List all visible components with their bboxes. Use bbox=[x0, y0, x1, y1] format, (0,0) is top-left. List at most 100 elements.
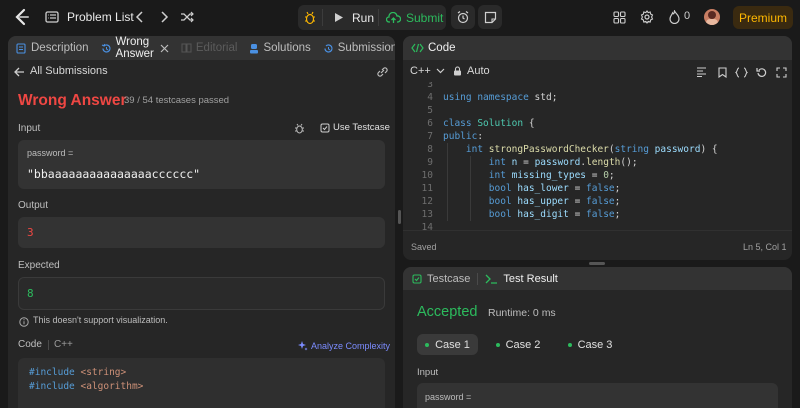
tab-description[interactable]: Description bbox=[31, 42, 89, 54]
indent-guide bbox=[447, 208, 448, 221]
problem-list-icon[interactable] bbox=[45, 10, 59, 24]
close-icon[interactable] bbox=[160, 44, 169, 53]
chevron-left-icon[interactable] bbox=[134, 10, 146, 24]
analyze-complexity-label: Analyze Complexity bbox=[311, 340, 391, 351]
line-number: 4 bbox=[427, 92, 433, 103]
streak-count: 0 bbox=[684, 10, 691, 22]
expected-value: 8 bbox=[27, 287, 34, 300]
case-tab-2[interactable]: Case 2 bbox=[488, 334, 548, 355]
output-label: Output bbox=[18, 200, 49, 211]
left-panel: Description Wrong Answer Editorial Solut… bbox=[8, 36, 395, 408]
format-icon[interactable] bbox=[695, 66, 707, 78]
fullscreen-icon[interactable] bbox=[775, 66, 787, 78]
indent-guide bbox=[470, 182, 471, 195]
case-tab-3[interactable]: Case 3 bbox=[560, 334, 620, 355]
play-icon bbox=[334, 12, 344, 23]
tab-wrong-answer[interactable]: Wrong Answer bbox=[116, 36, 154, 60]
testcases-passed: 39 / 54 testcases passed bbox=[124, 95, 230, 106]
auto-label: Auto bbox=[467, 65, 490, 77]
line-content: int strongPasswordChecker(string passwor… bbox=[465, 144, 718, 155]
auto-mode-toggle[interactable]: Auto bbox=[453, 65, 490, 77]
result-tab-bar: Testcase Test Result bbox=[403, 267, 792, 290]
tab-test-result[interactable]: Test Result bbox=[503, 273, 557, 285]
verdict-title: Wrong Answer bbox=[18, 92, 127, 109]
line-number: 9 bbox=[427, 157, 433, 168]
left-tab-bar: Description Wrong Answer Editorial Solut… bbox=[8, 36, 395, 60]
tab-editorial[interactable]: Editorial bbox=[196, 42, 238, 54]
result-status: Accepted bbox=[417, 304, 478, 320]
submit-button[interactable]: Submit bbox=[383, 7, 443, 28]
tab-testcase[interactable]: Testcase bbox=[427, 273, 470, 285]
description-icon bbox=[16, 42, 26, 54]
run-button[interactable]: Run bbox=[328, 7, 375, 28]
tab-solutions[interactable]: Solutions bbox=[263, 42, 310, 54]
indent-guide bbox=[447, 169, 448, 182]
pass-dot bbox=[495, 342, 500, 347]
divider bbox=[48, 340, 49, 350]
bookmark-icon[interactable] bbox=[716, 66, 728, 78]
code-editor-area[interactable]: 3 4 using namespace std; 5 6 class Solution {… bbox=[403, 82, 792, 232]
no-visualization-note: This doesn't support visualization. bbox=[33, 315, 168, 325]
leetcode-logo-icon[interactable] bbox=[13, 8, 31, 26]
premium-button[interactable]: Premium bbox=[733, 6, 793, 29]
line-number: 5 bbox=[427, 105, 433, 116]
settings-gear-icon[interactable] bbox=[640, 10, 654, 24]
debug-icon[interactable] bbox=[302, 10, 318, 25]
tab-submissions[interactable]: Submissions bbox=[338, 42, 395, 54]
indent-guide bbox=[447, 182, 448, 195]
line-number: 11 bbox=[421, 183, 433, 194]
debug-icon[interactable] bbox=[293, 122, 305, 134]
tab-code[interactable]: Code bbox=[428, 42, 456, 54]
case-label: Case 1 bbox=[435, 338, 470, 351]
run-label: Run bbox=[352, 10, 375, 25]
line-number: 12 bbox=[421, 196, 433, 207]
fire-streak-icon[interactable] bbox=[668, 9, 680, 24]
chevron-right-icon[interactable] bbox=[158, 10, 170, 24]
param-value: "bbaaaaaaaaaaaaaaacccccc" bbox=[27, 167, 201, 181]
notes-button[interactable] bbox=[478, 5, 502, 29]
analyze-complexity-button[interactable]: Analyze Complexity bbox=[297, 340, 390, 351]
indent-guide bbox=[447, 143, 448, 156]
line-number: 3 bbox=[427, 82, 433, 90]
submit-label: Submit bbox=[406, 10, 444, 25]
result-input-box: password = bbox=[417, 383, 778, 408]
pass-dot bbox=[425, 342, 430, 347]
sparkle-icon bbox=[297, 340, 308, 351]
case-tab-1[interactable]: Case 1 bbox=[417, 334, 478, 355]
chevron-down-icon bbox=[436, 68, 445, 74]
reset-icon[interactable] bbox=[755, 66, 767, 78]
line-number: 13 bbox=[421, 209, 433, 220]
arrow-left-icon[interactable] bbox=[13, 66, 25, 78]
output-value: 3 bbox=[27, 226, 34, 239]
shuffle-icon[interactable] bbox=[180, 10, 194, 24]
top-bar: Problem List Run Submit 0 Premium bbox=[0, 0, 800, 34]
input-box: password = "bbaaaaaaaaaaaaaaacccccc" bbox=[18, 140, 385, 189]
all-submissions-link[interactable]: All Submissions bbox=[30, 65, 108, 77]
indent-guide bbox=[470, 169, 471, 182]
code-label: Code bbox=[18, 339, 42, 350]
timer-button[interactable] bbox=[451, 5, 475, 29]
language-selector[interactable]: C++ bbox=[410, 65, 445, 77]
use-testcase-button[interactable]: Use Testcase bbox=[320, 122, 390, 133]
link-icon[interactable] bbox=[376, 66, 389, 78]
terminal-icon bbox=[485, 274, 498, 284]
divider bbox=[322, 9, 323, 26]
vertical-resize-handle[interactable] bbox=[398, 210, 401, 224]
horizontal-resize-handle[interactable] bbox=[589, 262, 605, 265]
expected-box: 8 bbox=[18, 277, 385, 310]
problem-list-link[interactable]: Problem List bbox=[67, 10, 134, 24]
testcase-icon bbox=[320, 123, 330, 133]
submitted-code-block: #include <string> #include <algorithm> bbox=[18, 358, 385, 408]
case-label: Case 3 bbox=[577, 338, 613, 351]
solutions-icon bbox=[249, 43, 259, 54]
avatar[interactable] bbox=[704, 9, 720, 25]
braces-icon[interactable] bbox=[734, 66, 748, 78]
code-language: C++ bbox=[54, 339, 73, 350]
indent-guide bbox=[470, 156, 471, 169]
divider bbox=[378, 9, 379, 26]
param-name: password = bbox=[27, 148, 74, 158]
use-testcase-label: Use Testcase bbox=[333, 122, 390, 133]
layout-grid-icon[interactable] bbox=[612, 10, 626, 24]
runtime-value: Runtime: 0 ms bbox=[488, 307, 556, 319]
case-label: Case 2 bbox=[505, 338, 541, 351]
